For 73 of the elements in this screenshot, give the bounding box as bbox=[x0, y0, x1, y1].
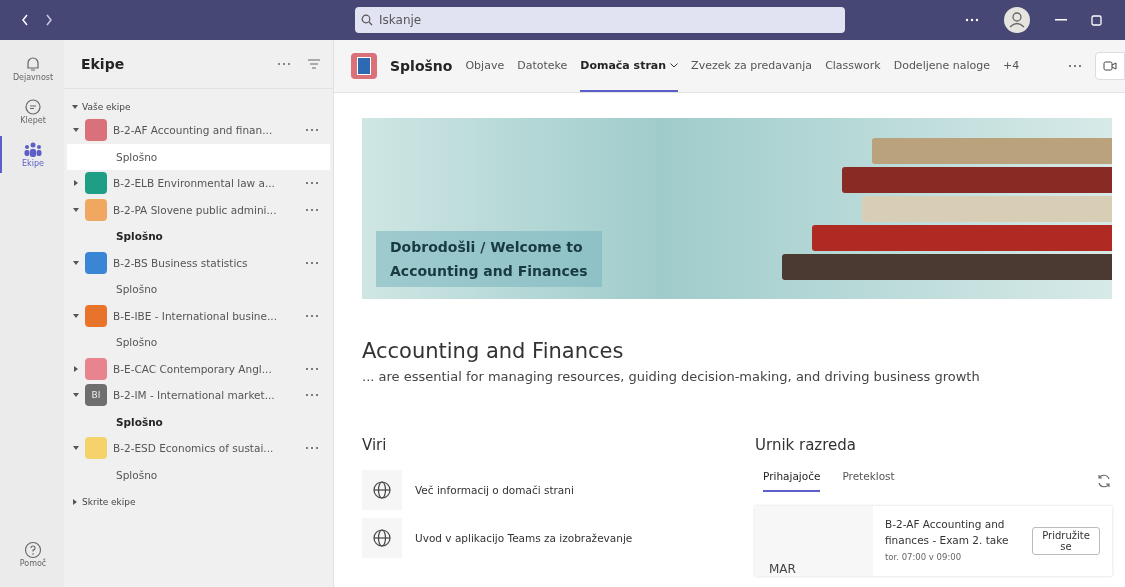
bell-icon bbox=[24, 55, 42, 73]
team-item[interactable]: B-2-ESD Economics of sustai... bbox=[67, 435, 330, 462]
event-card[interactable]: MAR B-2-AF Accounting and finances - Exam 2. take tor. 07:00 v 09:00 Pridružite se bbox=[755, 506, 1112, 576]
tab[interactable]: Objave bbox=[465, 40, 505, 92]
rail-item[interactable]: Klepet bbox=[0, 93, 64, 130]
team-item[interactable]: B-E-CAC Contemporary Angl... bbox=[67, 355, 330, 382]
banner-caption: Dobrodošli / Welcome to Accounting and Finances bbox=[376, 231, 602, 287]
chevron-down-icon bbox=[670, 62, 679, 68]
minimize-icon[interactable] bbox=[1055, 19, 1067, 21]
hidden-teams-toggle[interactable]: Skrite ekipe bbox=[67, 492, 330, 512]
sidebar-title: Ekipe bbox=[81, 56, 125, 72]
help-item[interactable]: Pomoč bbox=[0, 536, 64, 573]
search-field[interactable]: Iskanje bbox=[355, 7, 845, 33]
schedule-tab[interactable]: Preteklost bbox=[842, 470, 895, 492]
more-icon[interactable] bbox=[965, 18, 979, 22]
team-item[interactable]: B-2-AF Accounting and finan... bbox=[67, 117, 330, 144]
tab[interactable]: Zvezek za predavanja bbox=[691, 40, 813, 92]
search-icon bbox=[361, 14, 373, 26]
more-icon[interactable] bbox=[305, 207, 319, 212]
more-icon[interactable] bbox=[305, 181, 319, 186]
section-title: Viri bbox=[362, 436, 388, 454]
channel-item[interactable]: Splošno bbox=[67, 408, 330, 435]
section-title: Urnik razreda bbox=[755, 436, 858, 454]
tab[interactable]: Datoteke bbox=[517, 40, 568, 92]
section-toggle[interactable]: Vaše ekipe bbox=[67, 97, 330, 117]
join-button[interactable]: Pridružite se bbox=[1032, 527, 1100, 555]
globe-icon bbox=[362, 518, 402, 558]
people-icon bbox=[23, 141, 43, 159]
calculator-icon bbox=[351, 53, 377, 79]
chat-icon bbox=[24, 98, 42, 116]
more-icon[interactable] bbox=[305, 366, 319, 371]
channel-item[interactable]: Splošno bbox=[67, 143, 330, 170]
rail-item[interactable]: Dejavnost bbox=[0, 50, 64, 87]
resource-link[interactable]: Več informacij o domači strani bbox=[415, 484, 574, 496]
channel-item[interactable]: Splošno bbox=[67, 276, 330, 303]
team-item[interactable]: B-2-ELB Environmental law a... bbox=[67, 170, 330, 197]
more-icon[interactable] bbox=[305, 393, 319, 398]
tab[interactable]: Classwork bbox=[825, 40, 881, 92]
more-icon[interactable] bbox=[1068, 64, 1082, 68]
video-call-button[interactable] bbox=[1095, 52, 1125, 80]
more-icon[interactable] bbox=[305, 128, 319, 133]
maximize-icon[interactable] bbox=[1091, 14, 1103, 26]
refresh-icon[interactable] bbox=[1096, 473, 1112, 489]
event-time: tor. 07:00 v 09:00 bbox=[885, 552, 963, 562]
back-icon[interactable] bbox=[20, 13, 30, 27]
channel-title: Splošno bbox=[390, 58, 453, 74]
team-item[interactable]: BI B-2-IM - International market... bbox=[67, 382, 330, 409]
page-heading: Accounting and Finances bbox=[362, 339, 625, 363]
team-icon: BI bbox=[85, 384, 107, 407]
filter-icon[interactable] bbox=[307, 59, 321, 69]
video-icon bbox=[1103, 61, 1117, 71]
caret-icon bbox=[72, 499, 78, 505]
schedule-tab[interactable]: Prihajajoče bbox=[763, 470, 821, 492]
page-subtitle: ... are essential for managing resources, guiding decision-making, and driving business growth bbox=[362, 369, 981, 384]
team-item[interactable]: B-2-PA Slovene public admini... bbox=[67, 196, 330, 223]
globe-icon bbox=[362, 470, 402, 510]
avatar-icon[interactable] bbox=[1003, 6, 1031, 34]
event-month: MAR bbox=[755, 506, 873, 576]
tab[interactable]: Dodeljene naloge bbox=[893, 40, 990, 92]
channel-item[interactable]: Splošno bbox=[67, 329, 330, 356]
more-icon[interactable] bbox=[305, 313, 319, 318]
caret-icon bbox=[72, 104, 78, 110]
help-icon bbox=[24, 541, 42, 559]
team-item[interactable]: B-E-IBE - International busine... bbox=[67, 302, 330, 329]
more-icon[interactable] bbox=[305, 446, 319, 451]
more-icon[interactable] bbox=[305, 260, 319, 265]
resource-link[interactable]: Uvod v aplikacijo Teams za izobraževanje bbox=[415, 532, 633, 544]
more-tabs-button[interactable]: +4 bbox=[1003, 40, 1020, 92]
channel-item[interactable]: Splošno bbox=[67, 461, 330, 488]
event-title: B-2-AF Accounting and finances - Exam 2. take bbox=[885, 517, 1010, 548]
forward-icon[interactable] bbox=[44, 13, 54, 27]
channel-item[interactable]: Splošno bbox=[67, 223, 330, 250]
team-item[interactable]: B-2-BS Business statistics bbox=[67, 249, 330, 276]
